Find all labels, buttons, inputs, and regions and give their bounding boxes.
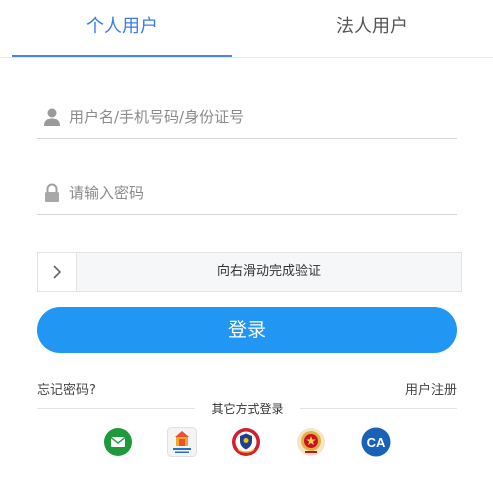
slider-text: 向右滑动完成验证 [216,264,321,279]
slide-verification: 向右滑动完成验证 [37,252,462,292]
message-login-button[interactable] [103,427,133,457]
password-field [37,173,457,215]
register-link[interactable]: 用户注册 [405,379,457,398]
forgot-password-link[interactable]: 忘记密码? [37,379,96,398]
ca-icon-text: CA [367,435,386,450]
ca-icon: CA [361,427,391,457]
user-icon [43,107,61,127]
ca-login-button[interactable]: CA [361,427,391,457]
active-tab-indicator [12,55,232,57]
gov-service-login-button[interactable] [167,427,197,457]
national-emblem-login-button[interactable] [296,427,326,457]
login-button[interactable]: 登录 [37,307,457,353]
slider-handle[interactable] [38,253,77,291]
chevron-right-icon [53,265,62,279]
tab-legal-user[interactable]: 法人用户 [262,0,482,58]
password-input[interactable] [69,179,449,207]
divider-right [300,408,457,409]
login-tabs: 个人用户 法人用户 [0,0,493,58]
police-badge-icon [232,428,260,456]
username-input[interactable] [69,103,449,131]
national-emblem-icon [297,428,325,456]
other-login-label: 其它方式登录 [211,402,284,416]
divider-left [37,408,195,409]
message-icon [104,428,132,456]
lock-icon [43,183,61,203]
public-security-login-button[interactable] [231,427,261,457]
tab-personal-user[interactable]: 个人用户 [12,0,232,58]
username-field [37,97,457,139]
gov-service-icon [167,427,197,457]
